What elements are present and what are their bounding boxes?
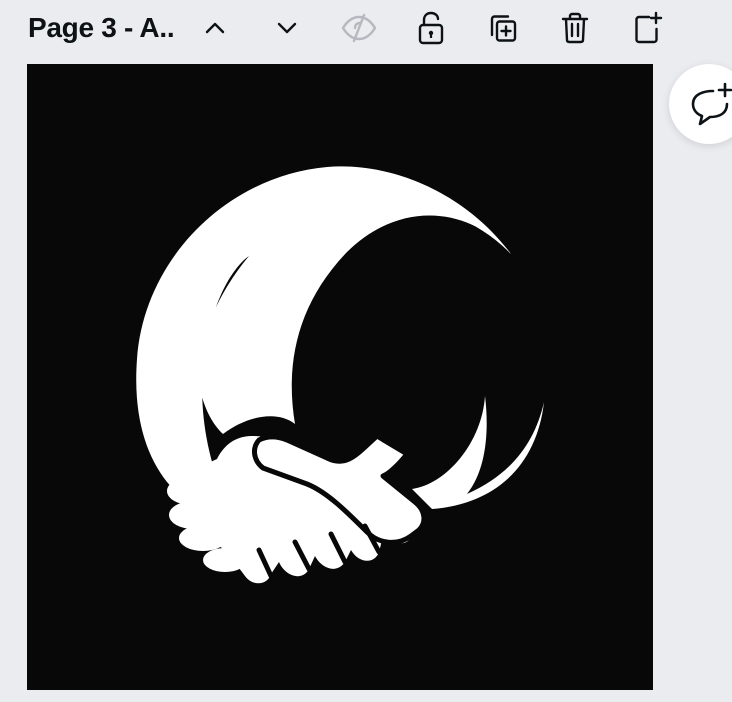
hide-page-button[interactable] [339, 8, 379, 48]
design-page-canvas[interactable] [27, 64, 653, 690]
add-page-button[interactable] [627, 8, 667, 48]
duplicate-page-button[interactable] [483, 8, 523, 48]
move-page-down-button[interactable] [267, 8, 307, 48]
add-page-icon [635, 11, 663, 44]
duplicate-icon [490, 15, 517, 42]
lock-page-button[interactable] [411, 8, 451, 48]
delete-page-button[interactable] [555, 8, 595, 48]
eye-slash-icon [341, 13, 377, 43]
editor-workspace: Page 3 - A.. [0, 0, 732, 702]
page-title[interactable]: Page 3 - A.. [28, 12, 175, 44]
handshake-circle-logo[interactable] [27, 64, 653, 690]
chevron-down-icon [277, 22, 297, 34]
chevron-up-icon [205, 22, 225, 34]
unlock-icon [418, 11, 444, 45]
move-page-up-button[interactable] [195, 8, 235, 48]
page-toolbar: Page 3 - A.. [0, 0, 732, 60]
trash-icon [561, 12, 589, 44]
add-comment-button[interactable] [669, 64, 732, 144]
add-comment-icon [691, 82, 732, 126]
